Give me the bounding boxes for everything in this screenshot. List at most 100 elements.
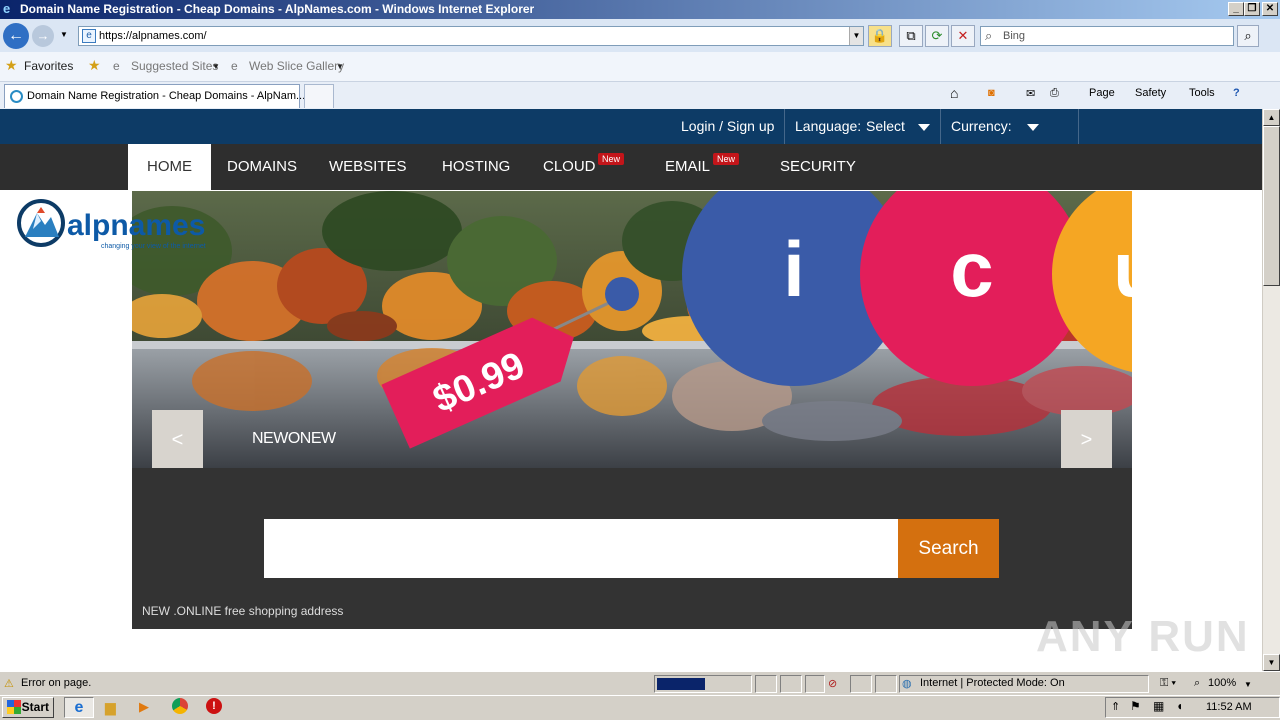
tools-menu[interactable]: Tools xyxy=(1189,87,1215,99)
refresh-icon[interactable]: ⟳ xyxy=(925,25,949,47)
explorer-folder-icon[interactable]: ▆ xyxy=(105,699,116,716)
status-message[interactable]: Error on page. xyxy=(21,677,91,689)
home-icon[interactable]: ⌂ xyxy=(950,85,958,101)
status-segment xyxy=(850,675,872,693)
nav-cloud[interactable]: CLOUD xyxy=(543,144,596,190)
site-top-bar: Login / Sign up Language: Select Currenc… xyxy=(0,109,1262,144)
address-url[interactable]: https://alpnames.com/ xyxy=(99,30,207,42)
new-tab-button[interactable] xyxy=(304,84,334,108)
nav-websites[interactable]: WEBSITES xyxy=(329,144,407,190)
language-select-value[interactable]: Select xyxy=(866,109,905,144)
site-main-nav: HOME DOMAINS WEBSITES HOSTING CLOUD New … xyxy=(0,144,1262,190)
language-dropdown-icon[interactable] xyxy=(918,109,930,144)
logo-tagline: changing your view of the internet xyxy=(101,243,206,250)
warning-icon[interactable]: ⚠ xyxy=(4,677,14,690)
feeds-icon[interactable]: ◙ xyxy=(988,87,995,99)
tray-expand-icon[interactable]: ⇑ xyxy=(1111,700,1120,713)
protected-mode-icon[interactable]: ⚿ ▾ xyxy=(1160,677,1176,690)
address-dropdown-icon[interactable]: ▼ xyxy=(849,27,863,45)
close-window-button[interactable]: ✕ xyxy=(1262,2,1278,16)
alpnames-logo[interactable]: alpnames changing your view of the inter… xyxy=(17,199,227,255)
domain-search-button[interactable]: Search xyxy=(898,519,999,578)
topbar-divider xyxy=(940,109,941,144)
add-favorites-icon[interactable]: ★ xyxy=(88,57,101,74)
browser-tab-active[interactable]: Domain Name Registration - Cheap Domains… xyxy=(4,84,305,108)
suggested-sites-dropdown-icon[interactable]: ▼ xyxy=(212,62,220,71)
scroll-thumb[interactable] xyxy=(1263,126,1280,286)
compatibility-view-icon[interactable]: ⧉ xyxy=(899,25,923,47)
action-center-icon[interactable]: ⚑ xyxy=(1130,699,1141,713)
ie-logo-icon: e xyxy=(3,1,11,16)
login-link[interactable]: Login / Sign up xyxy=(681,109,774,144)
read-mail-icon[interactable]: ✉ xyxy=(1026,87,1035,100)
network-icon[interactable]: ▦ xyxy=(1153,699,1164,713)
page-menu[interactable]: Page xyxy=(1089,87,1115,99)
promo-ticker[interactable]: NEW .ONLINE free shopping address xyxy=(142,604,343,618)
currency-dropdown-icon[interactable] xyxy=(1027,109,1039,144)
web-slice-dropdown-icon[interactable]: ▼ xyxy=(336,62,344,71)
logo-wordmark: alpnames xyxy=(67,209,205,242)
safety-menu[interactable]: Safety xyxy=(1135,87,1166,99)
minimize-button[interactable]: _ xyxy=(1228,2,1244,16)
nav-email[interactable]: EMAIL xyxy=(665,144,710,190)
taskbar-ie-icon[interactable]: e xyxy=(64,697,94,718)
progress-bar xyxy=(657,678,705,690)
favorites-star-icon: ★ xyxy=(5,57,18,73)
page-icon: e xyxy=(82,29,96,43)
slide-caption: NEWONEW xyxy=(252,430,336,447)
domain-search-section: Search NEW .ONLINE free shopping address xyxy=(132,468,1132,629)
hero-slider: i c u $0.99 xyxy=(132,191,1132,468)
nav-hosting[interactable]: HOSTING xyxy=(442,144,510,190)
media-player-icon[interactable]: ▶ xyxy=(139,699,149,715)
nav-security[interactable]: SECURITY xyxy=(780,144,856,190)
search-button-icon[interactable]: ⌕ xyxy=(1237,25,1259,47)
zoom-dropdown-icon[interactable]: ▼ xyxy=(1244,680,1252,689)
domain-search-input[interactable] xyxy=(264,519,898,578)
lock-icon[interactable]: 🔒 xyxy=(868,25,892,47)
address-bar[interactable]: e https://alpnames.com/ ▼ xyxy=(78,26,864,46)
back-button[interactable]: ← xyxy=(3,23,29,49)
status-bar: ⚠ Error on page. ⊘ ◍ Internet | Protecte… xyxy=(0,671,1280,695)
scroll-down-icon[interactable]: ▼ xyxy=(1263,654,1280,671)
favorites-button[interactable]: Favorites xyxy=(24,59,73,73)
restore-button[interactable]: ❐ xyxy=(1244,2,1260,16)
slider-prev-button[interactable]: < xyxy=(152,410,203,470)
help-icon[interactable]: ? xyxy=(1233,87,1240,99)
zone-text[interactable]: Internet | Protected Mode: On xyxy=(920,677,1065,689)
anyrun-watermark: ANY RUN xyxy=(1036,612,1250,661)
nav-domains[interactable]: DOMAINS xyxy=(227,144,297,190)
popup-blocked-icon[interactable]: ⊘ xyxy=(828,677,837,690)
web-slice-icon: e xyxy=(231,59,238,73)
clock[interactable]: 11:52 AM xyxy=(1206,701,1252,713)
zoom-icon[interactable]: ⌕ xyxy=(1194,677,1200,690)
scroll-up-icon[interactable]: ▲ xyxy=(1263,109,1280,126)
search-placeholder: Bing xyxy=(1003,30,1026,42)
zoom-level[interactable]: 100% xyxy=(1208,677,1236,689)
windows-logo-icon xyxy=(7,700,21,714)
hero-banner-image: i c u $0.99 xyxy=(132,191,1132,468)
new-badge: New xyxy=(713,153,740,165)
suggested-sites-link[interactable]: Suggested Sites xyxy=(131,59,218,73)
start-button[interactable]: Start xyxy=(2,697,54,718)
recent-pages-dropdown-icon[interactable]: ▼ xyxy=(60,30,68,39)
tld-letter: i xyxy=(783,225,805,313)
web-slice-gallery-link[interactable]: Web Slice Gallery xyxy=(249,59,344,73)
print-icon[interactable]: ⎙ xyxy=(1050,87,1059,100)
stop-icon[interactable]: ✕ xyxy=(951,25,975,47)
window-title: Domain Name Registration - Cheap Domains… xyxy=(20,2,535,16)
status-segment xyxy=(875,675,897,693)
windows-taskbar xyxy=(0,695,1280,720)
search-box[interactable]: ⌕ Bing xyxy=(980,26,1234,46)
nav-home[interactable]: HOME xyxy=(128,144,211,190)
forward-button[interactable]: → xyxy=(32,25,54,47)
slider-next-button[interactable]: > xyxy=(1061,410,1112,470)
start-label: Start xyxy=(21,700,49,714)
tab-title[interactable]: Domain Name Registration - Cheap Domains… xyxy=(27,90,305,102)
tab-loading-icon xyxy=(10,90,23,103)
volume-icon[interactable]: ◖ xyxy=(1176,699,1183,713)
chrome-icon[interactable] xyxy=(172,698,188,714)
new-badge: New xyxy=(598,153,625,165)
status-segment xyxy=(755,675,777,693)
avast-icon[interactable]: ! xyxy=(206,698,222,714)
vertical-scrollbar[interactable]: ▲ ▼ xyxy=(1262,109,1280,671)
